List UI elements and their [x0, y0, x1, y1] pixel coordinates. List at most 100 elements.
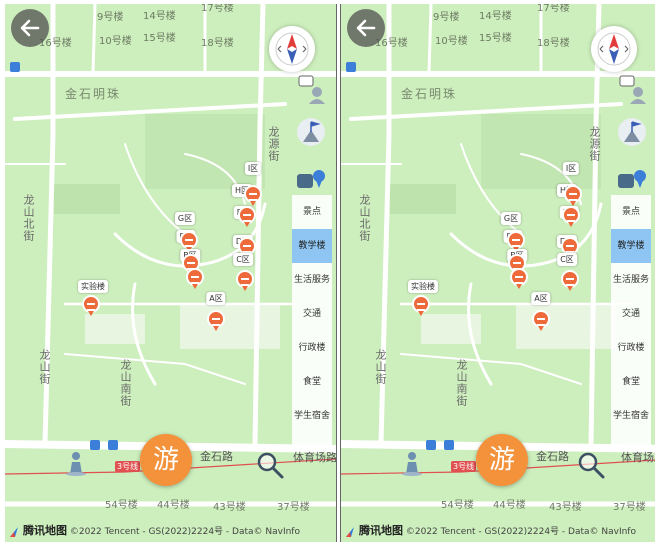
building-label: 14号楼: [479, 11, 512, 22]
user-location-icon[interactable]: [295, 74, 327, 106]
road-label: 金石路: [536, 450, 569, 463]
road-label: 体育场路: [293, 451, 337, 464]
poi-label[interactable]: C区: [557, 253, 577, 266]
bus-location-icon[interactable]: [295, 164, 327, 196]
arrow-left-icon: [356, 19, 376, 37]
building-label: 14号楼: [143, 11, 176, 22]
poi-marker[interactable]: [410, 295, 432, 317]
category-dorm[interactable]: 学生宿舍: [611, 399, 651, 433]
street-label: 龙山南街: [119, 359, 132, 407]
attribution-text: ©2022 Tencent - GS(2022)2224号 - Data© Na…: [405, 527, 636, 537]
poi-marker[interactable]: [80, 295, 102, 317]
poi-label[interactable]: A区: [206, 292, 226, 305]
building-label: 43号楼: [213, 502, 246, 513]
category-canteen[interactable]: 食堂: [292, 365, 332, 399]
category-scenic[interactable]: 景点: [611, 195, 651, 229]
building-label: 54号楼: [441, 500, 474, 511]
building-label: 54号楼: [105, 500, 138, 511]
building-label: 10号楼: [435, 36, 468, 47]
street-label: 龙山南街: [455, 359, 468, 407]
poi-marker[interactable]: [205, 310, 227, 332]
tour-button[interactable]: 游: [140, 434, 192, 486]
category-canteen[interactable]: 食堂: [611, 365, 651, 399]
compass-icon: [275, 32, 309, 66]
category-panel: 景点 教学楼 生活服务 交通 行政楼 食堂 学生宿舍: [292, 195, 332, 445]
building-label: 37号楼: [277, 502, 310, 513]
poi-label[interactable]: C区: [233, 253, 253, 266]
flag-icon[interactable]: [295, 116, 327, 148]
street-view-button[interactable]: [63, 450, 89, 476]
road-label: 体育场路: [621, 451, 655, 464]
tencent-map-logo-icon: [346, 527, 354, 537]
street-label: 龙山街: [38, 349, 51, 385]
poi-label[interactable]: 实验楼: [408, 280, 438, 293]
poi-marker[interactable]: [234, 270, 256, 292]
back-button[interactable]: [11, 9, 49, 47]
category-admin[interactable]: 行政楼: [292, 331, 332, 365]
poi-label[interactable]: I区: [562, 162, 580, 175]
attribution: 腾讯地图 ©2022 Tencent - GS(2022)2224号 - Dat…: [5, 522, 336, 542]
category-transport[interactable]: 交通: [292, 297, 332, 331]
building-label: 9号楼: [433, 12, 460, 23]
street-label: 龙源街: [588, 126, 601, 162]
poi-label[interactable]: G区: [500, 212, 522, 225]
user-location-icon[interactable]: [616, 74, 648, 106]
poi-label[interactable]: G区: [174, 212, 196, 225]
search-icon: [578, 452, 605, 479]
attribution: 腾讯地图 ©2022 Tencent - GS(2022)2224号 - Dat…: [341, 522, 655, 542]
building-label: 15号楼: [143, 33, 176, 44]
search-button[interactable]: [255, 450, 285, 480]
flag-icon[interactable]: [616, 116, 648, 148]
category-panel: 景点 教学楼 生活服务 交通 行政楼 食堂 学生宿舍: [611, 195, 651, 445]
metro-line-tag: 3号线: [115, 461, 141, 472]
poi-marker[interactable]: [530, 310, 552, 332]
compass-button[interactable]: [591, 26, 637, 72]
building-label: 18号楼: [537, 38, 570, 49]
building-label: 18号楼: [201, 38, 234, 49]
building-label: 43号楼: [549, 502, 582, 513]
category-dorm[interactable]: 学生宿舍: [292, 399, 332, 433]
poi-marker[interactable]: [562, 185, 584, 207]
poi-label[interactable]: 实验楼: [78, 280, 108, 293]
poi-marker[interactable]: [242, 185, 264, 207]
person-icon: [66, 452, 86, 476]
attribution-logo: 腾讯地图: [359, 524, 403, 537]
arrow-left-icon: [20, 19, 40, 37]
poi-label[interactable]: A区: [531, 292, 551, 305]
category-scenic[interactable]: 景点: [292, 195, 332, 229]
poi-label[interactable]: I区: [244, 162, 262, 175]
building-label: 15号楼: [479, 33, 512, 44]
road-label: 金石路: [200, 450, 233, 463]
bus-location-icon[interactable]: [616, 164, 648, 196]
street-label: 龙山北街: [358, 194, 371, 242]
bus-stop-icon: [10, 62, 20, 72]
poi-marker[interactable]: [508, 268, 530, 290]
compass-button[interactable]: [269, 26, 315, 72]
tour-button[interactable]: 游: [476, 434, 528, 486]
person-icon: [402, 452, 422, 476]
poi-marker[interactable]: [184, 268, 206, 290]
category-teaching[interactable]: 教学楼: [292, 229, 332, 263]
category-services[interactable]: 生活服务: [292, 263, 332, 297]
category-transport[interactable]: 交通: [611, 297, 651, 331]
map-panel-right[interactable]: 9号楼 14号楼 17号楼 10号楼 15号楼 18号楼 16号楼 金石明珠 龙…: [340, 4, 655, 542]
building-label: 9号楼: [97, 12, 124, 23]
category-admin[interactable]: 行政楼: [611, 331, 651, 365]
attribution-logo: 腾讯地图: [23, 524, 67, 537]
map-panel-left[interactable]: 9号楼 14号楼 17号楼 10号楼 15号楼 18号楼 16号楼 金石明珠 龙…: [5, 4, 337, 542]
attribution-text: ©2022 Tencent - GS(2022)2224号 - Data© Na…: [69, 527, 300, 537]
search-icon: [257, 452, 284, 479]
poi-marker[interactable]: [236, 206, 258, 228]
compass-icon: [597, 32, 631, 66]
building-label: 17号楼: [201, 4, 234, 14]
category-teaching[interactable]: 教学楼: [611, 229, 651, 263]
street-view-button[interactable]: [399, 450, 425, 476]
poi-marker[interactable]: [559, 270, 581, 292]
category-services[interactable]: 生活服务: [611, 263, 651, 297]
search-button[interactable]: [576, 450, 606, 480]
bus-stop-icon: [108, 440, 118, 450]
back-button[interactable]: [347, 9, 385, 47]
area-name: 金石明珠: [401, 87, 458, 101]
metro-line-tag: 3号线: [451, 461, 477, 472]
poi-marker[interactable]: [560, 206, 582, 228]
